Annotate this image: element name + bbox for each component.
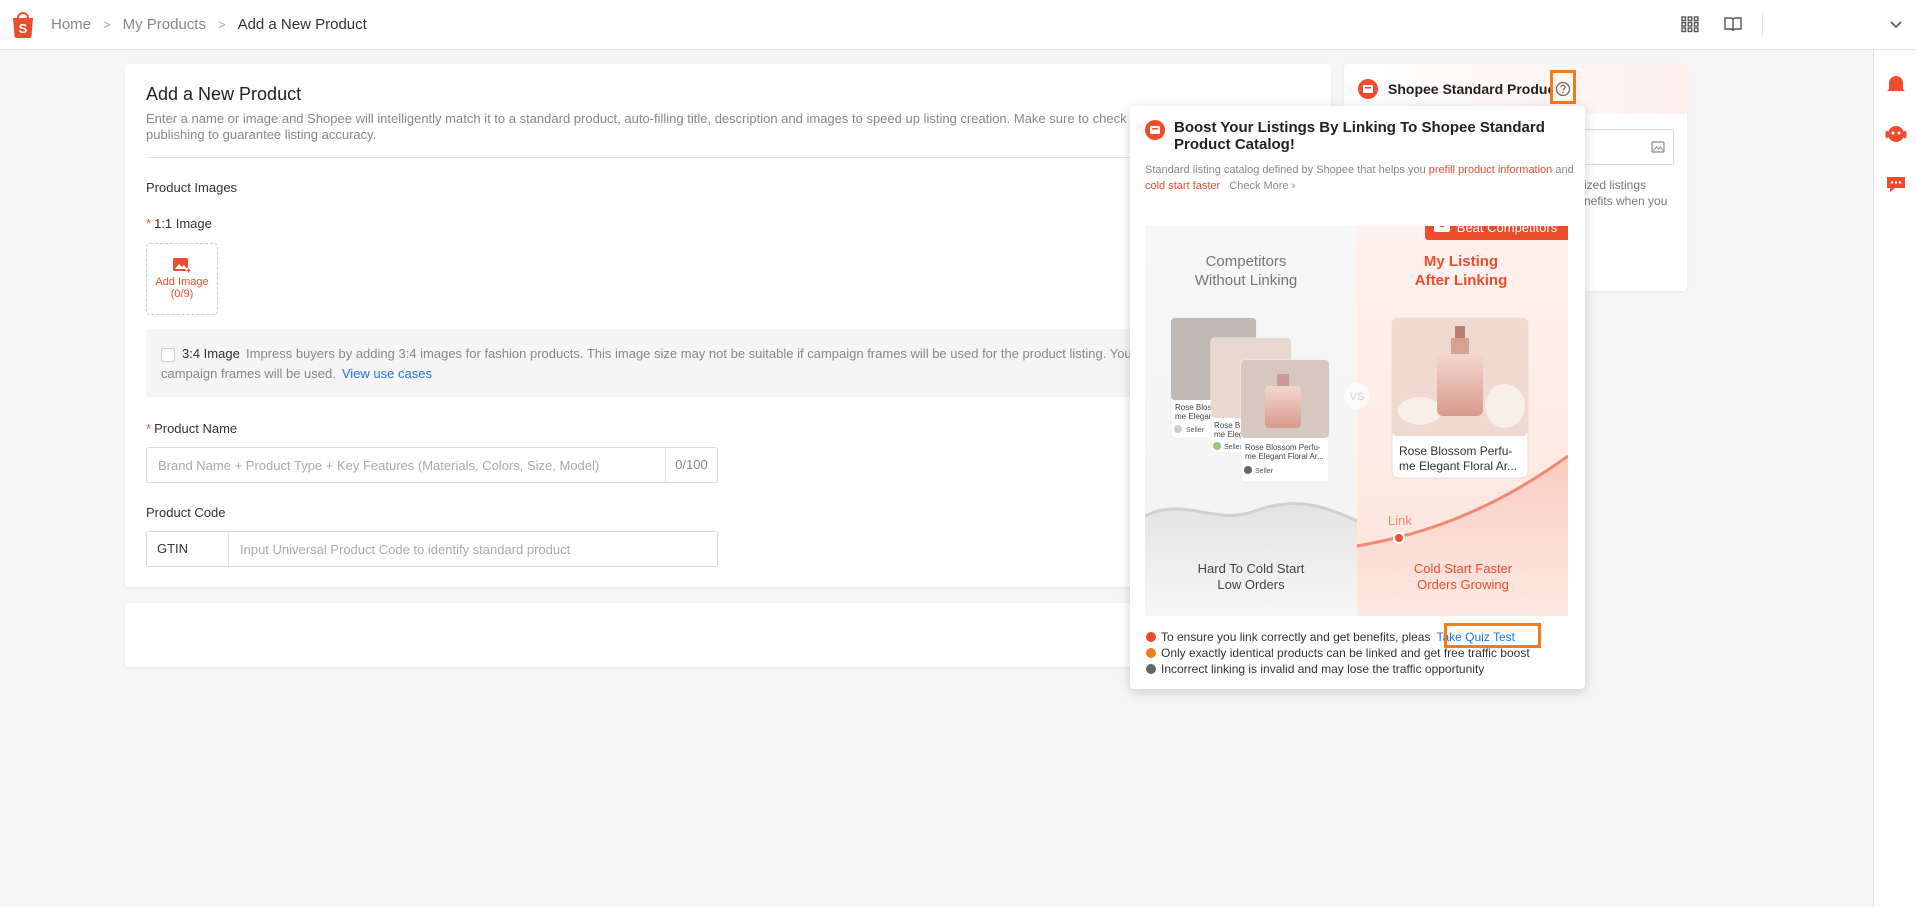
add-image-button[interactable]: Add Image (0/9) xyxy=(146,243,218,315)
right-heading: My Listing xyxy=(1424,253,1498,270)
product-images-label: Product Images xyxy=(146,180,238,195)
standard-product-icon xyxy=(1358,79,1378,99)
page-title: Add a New Product xyxy=(146,84,302,104)
illustration-text: me Elegant Floral Ar... xyxy=(1399,459,1517,473)
product-name-placeholder: Brand Name + Product Type + Key Features… xyxy=(158,458,600,473)
comparison-illustration: $ Beat Competitors Competitors Without L… xyxy=(1145,226,1568,616)
page-description-line: Enter a name or image and Shopee will in… xyxy=(146,111,1163,126)
badge-text: Beat Competitors xyxy=(1457,226,1558,235)
illustration-text: Rose Bloss xyxy=(1175,403,1215,412)
add-image-icon xyxy=(173,258,192,274)
breadcrumb-my-products[interactable]: My Products xyxy=(123,16,206,33)
my-listing-card: Rose Blossom Perfu- me Elegant Floral Ar… xyxy=(1391,317,1529,479)
shopee-logo-icon[interactable]: S xyxy=(10,10,36,38)
required-marker: * xyxy=(146,216,152,231)
svg-text:$: $ xyxy=(1439,226,1445,230)
vs-label: VS xyxy=(1350,391,1365,403)
illustration-text: me Elegan xyxy=(1175,412,1213,421)
desc-text: and xyxy=(1552,164,1574,176)
right-footer: Orders Growing xyxy=(1417,577,1509,592)
left-heading: Without Linking xyxy=(1195,272,1298,289)
right-footer: Cold Start Faster xyxy=(1414,561,1513,576)
image-search-icon[interactable] xyxy=(1651,140,1665,154)
check-more-text: Check More xyxy=(1229,180,1289,192)
illustration-text: me Eleg xyxy=(1214,430,1243,439)
check-more-link[interactable]: Check More › xyxy=(1229,180,1295,192)
help-icon xyxy=(1555,81,1571,97)
sad-icon xyxy=(1146,664,1156,674)
breadcrumb-separator-icon: > xyxy=(217,17,226,32)
panel-text-fragment: ized listings xyxy=(1584,178,1647,192)
competitor-card: Rose Blossom Perfu- me Elegant Floral Ar… xyxy=(1240,359,1330,483)
illustration-text: Seller xyxy=(1186,427,1205,434)
popover-description: Standard listing catalog defined by Shop… xyxy=(1145,162,1575,194)
illustration-text: Rose Blossom Perfu- xyxy=(1245,443,1321,452)
popover-note: Incorrect linking is invalid and may los… xyxy=(1146,662,1484,676)
support-icon[interactable] xyxy=(1884,122,1908,146)
illustration-text: Seller xyxy=(1255,468,1274,475)
desc-text: Standard listing catalog defined by Shop… xyxy=(1145,164,1429,176)
chevron-right-icon: › xyxy=(1291,180,1296,192)
image-1-1-text: 1:1 Image xyxy=(154,216,212,231)
required-marker: * xyxy=(146,421,152,436)
note-text: Incorrect linking is invalid and may los… xyxy=(1161,662,1485,676)
illustration-text: Seller xyxy=(1224,444,1243,451)
left-footer: Low Orders xyxy=(1217,577,1285,592)
product-name-char-count: 0/100 xyxy=(665,448,717,482)
note-text: To ensure you link correctly and get ben… xyxy=(1161,630,1431,644)
breadcrumb-current: Add a New Product xyxy=(237,16,367,33)
product-name-text: Product Name xyxy=(154,421,238,436)
image-3-4-checkbox[interactable] xyxy=(161,348,175,362)
popover-title: Boost Your Listings By Linking To Shopee… xyxy=(1174,119,1545,153)
image-3-4-description: Impress buyers by adding 3:4 images for … xyxy=(246,346,1160,361)
smile-icon xyxy=(1146,648,1156,658)
view-use-cases-link[interactable]: View use cases xyxy=(342,366,432,381)
svg-text:S: S xyxy=(19,21,28,36)
page-description-line: publishing to guarantee listing accuracy… xyxy=(146,127,377,142)
gtin-placeholder: Input Universal Product Code to identify… xyxy=(240,542,571,557)
desc-highlight: prefill product information xyxy=(1428,164,1553,176)
popover-note: Only exactly identical products can be l… xyxy=(1146,646,1530,660)
warning-icon xyxy=(1146,632,1156,642)
book-icon[interactable] xyxy=(1723,14,1743,34)
standard-product-popover: Boost Your Listings By Linking To Shopee… xyxy=(1130,106,1585,689)
gtin-select[interactable]: GTIN xyxy=(147,532,229,566)
image-3-4-title: 3:4 Image xyxy=(182,346,240,361)
right-heading: After Linking xyxy=(1415,272,1508,289)
add-image-label: Add Image xyxy=(155,276,209,288)
image-3-4-description-line2: campaign frames will be used. View use ca… xyxy=(161,366,432,381)
chat-icon[interactable] xyxy=(1884,172,1908,196)
bell-icon[interactable] xyxy=(1884,72,1908,96)
product-code-input[interactable]: GTIN Input Universal Product Code to ide… xyxy=(146,531,718,567)
panel-text-fragment: nefits when you xyxy=(1584,194,1668,208)
note-text: Only exactly identical products can be l… xyxy=(1161,646,1530,660)
right-rail xyxy=(1873,50,1916,907)
left-heading: Competitors xyxy=(1206,253,1287,270)
left-footer: Hard To Cold Start xyxy=(1198,561,1305,576)
apps-grid-icon[interactable] xyxy=(1680,14,1700,34)
product-name-input[interactable]: Brand Name + Product Type + Key Features… xyxy=(146,447,718,483)
image-1-1-label: * 1:1 Image xyxy=(146,216,212,231)
product-code-label: Product Code xyxy=(146,505,226,520)
breadcrumb-separator-icon: > xyxy=(103,17,111,32)
illustration-text: Rose Bl xyxy=(1214,421,1242,430)
help-button[interactable] xyxy=(1550,70,1576,104)
top-bar: S Home > My Products > Add a New Product xyxy=(0,0,1916,50)
standard-product-title: Shopee Standard Product xyxy=(1388,81,1560,97)
product-name-label: * Product Name xyxy=(146,421,237,436)
standard-product-icon xyxy=(1145,120,1165,140)
link-label: Link xyxy=(1388,513,1412,528)
toolbar-divider xyxy=(1762,13,1763,37)
notice-text: campaign frames will be used. xyxy=(161,366,336,381)
page-description: Enter a name or image and Shopee will in… xyxy=(146,111,1163,143)
desc-highlight: cold start faster xyxy=(1145,180,1221,192)
illustration-text: me Elegant Floral Ar... xyxy=(1245,452,1324,461)
add-image-count: (0/9) xyxy=(170,288,194,300)
breadcrumb-home[interactable]: Home xyxy=(51,16,91,33)
breadcrumb: Home > My Products > Add a New Product xyxy=(51,16,367,33)
beat-competitors-badge: $ Beat Competitors xyxy=(1425,226,1568,240)
illustration-text: Rose Blossom Perfu- xyxy=(1399,444,1512,458)
chevron-down-icon[interactable] xyxy=(1886,14,1906,34)
quiz-highlight-box xyxy=(1444,623,1541,648)
